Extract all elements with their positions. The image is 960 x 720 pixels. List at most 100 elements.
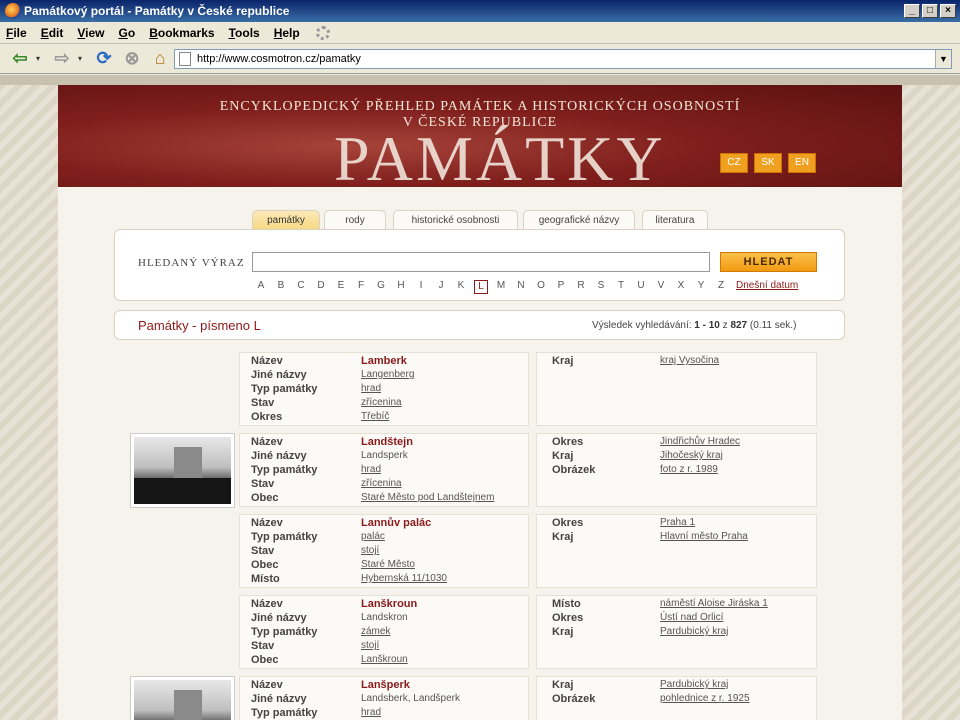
field-label: Název: [251, 436, 283, 448]
field-value-link[interactable]: kraj Vysočina: [660, 354, 719, 368]
field-value-link[interactable]: náměstí Aloise Jiráska 1: [660, 597, 768, 611]
today-link[interactable]: Dnešní datum: [736, 280, 798, 291]
monument-photo[interactable]: [130, 676, 235, 720]
field-label: Obrázek: [552, 693, 596, 705]
letter-o-link[interactable]: O: [531, 280, 551, 294]
letter-t-link[interactable]: T: [611, 280, 631, 294]
results-range: 1 - 10: [694, 320, 720, 331]
lang-cz-button[interactable]: CZ: [720, 153, 748, 173]
field-value-link[interactable]: zřícenina: [361, 396, 402, 410]
field-value-link[interactable]: Langenberg: [361, 368, 414, 382]
url-input[interactable]: http://www.cosmotron.cz/pamatky: [197, 53, 935, 65]
menu-tools[interactable]: Tools: [229, 26, 260, 40]
field-label: Název: [251, 598, 283, 610]
field-label: Kraj: [552, 626, 574, 638]
menu-bookmarks[interactable]: Bookmarks: [149, 26, 214, 40]
letter-b-link[interactable]: B: [271, 280, 291, 294]
letter-m-link[interactable]: M: [491, 280, 511, 294]
field-value-link[interactable]: zřícenina: [361, 477, 402, 491]
letter-p-link[interactable]: P: [551, 280, 571, 294]
letter-k-link[interactable]: K: [451, 280, 471, 294]
letter-x-link[interactable]: X: [671, 280, 691, 294]
letter-r-link[interactable]: R: [571, 280, 591, 294]
monument-name[interactable]: Landštejn: [361, 435, 413, 449]
stop-icon[interactable]: ⊗: [120, 47, 144, 71]
field-value-link[interactable]: Staré Město pod Landštejnem: [361, 491, 494, 505]
monument-name[interactable]: Lannův palác: [361, 516, 431, 530]
reload-icon[interactable]: ⟳: [92, 47, 116, 71]
field-value-link[interactable]: zámek: [361, 625, 390, 639]
field-value-link[interactable]: Pardubický kraj: [660, 625, 728, 639]
field-value-link[interactable]: palác: [361, 530, 385, 544]
menu-help[interactable]: Help: [274, 26, 300, 40]
maximize-button[interactable]: □: [922, 4, 938, 18]
letter-d-link[interactable]: D: [311, 280, 331, 294]
field-value-link[interactable]: pohlednice z r. 1925: [660, 692, 750, 706]
field-value-link[interactable]: stojí: [361, 544, 379, 558]
back-arrow-icon[interactable]: ⇦: [8, 47, 32, 71]
field-value-link[interactable]: Ústí nad Orlicí: [660, 611, 723, 625]
letter-y-link[interactable]: Y: [691, 280, 711, 294]
field-value-link[interactable]: hrad: [361, 382, 381, 396]
field-label: Stav: [251, 545, 275, 557]
menu-label: ile: [13, 25, 27, 40]
search-button[interactable]: HLEDAT: [720, 252, 817, 272]
minimize-button[interactable]: _: [904, 4, 920, 18]
letter-j-link[interactable]: J: [431, 280, 451, 294]
lang-sk-button[interactable]: SK: [754, 153, 782, 173]
field-label: Kraj: [552, 450, 574, 462]
letter-z-link[interactable]: Z: [711, 280, 731, 294]
monument-photo[interactable]: [130, 433, 235, 508]
field-value-link[interactable]: Lanškroun: [361, 653, 408, 667]
field-label: Název: [251, 679, 283, 691]
search-input[interactable]: [252, 252, 710, 272]
field-label: Okres: [552, 517, 584, 529]
menu-go[interactable]: Go: [119, 26, 136, 40]
menu-file[interactable]: File: [6, 26, 27, 40]
field-label: Název: [251, 355, 283, 367]
field-value-link[interactable]: Hlavní město Praha: [660, 530, 748, 544]
forward-dropdown-icon[interactable]: ▾: [78, 54, 86, 63]
menu-edit[interactable]: Edit: [41, 26, 64, 40]
field-value-link[interactable]: hrad: [361, 463, 381, 477]
address-bar[interactable]: http://www.cosmotron.cz/pamatky ▼: [174, 49, 952, 69]
letter-s-link[interactable]: S: [591, 280, 611, 294]
field-value-link[interactable]: Pardubický kraj: [660, 678, 728, 692]
letter-u-link[interactable]: U: [631, 280, 651, 294]
field-value-link[interactable]: Hybernská 11/1030: [361, 572, 447, 586]
letter-h-link[interactable]: H: [391, 280, 411, 294]
window-titlebar: Památkový portál - Památky v České repub…: [0, 0, 960, 22]
monument-name[interactable]: Lanškroun: [361, 597, 417, 611]
back-dropdown-icon[interactable]: ▾: [36, 54, 44, 63]
field-value-link[interactable]: Jihočeský kraj: [660, 449, 723, 463]
page-viewport: ENCYKLOPEDICKÝ PŘEHLED PAMÁTEK A HISTORI…: [0, 75, 960, 720]
photo-image: [134, 680, 231, 720]
letter-n-link[interactable]: N: [511, 280, 531, 294]
field-value-link[interactable]: hrad: [361, 706, 381, 720]
field-value-link[interactable]: Třebíč: [361, 410, 389, 424]
letter-i-link[interactable]: I: [411, 280, 431, 294]
letter-g-link[interactable]: G: [371, 280, 391, 294]
home-icon[interactable]: ⌂: [148, 47, 172, 71]
letter-a-link[interactable]: A: [251, 280, 271, 294]
search-label: HLEDANÝ VÝRAZ: [138, 257, 245, 269]
field-value-link[interactable]: foto z r. 1989: [660, 463, 718, 477]
field-value-link[interactable]: Jindřichův Hradec: [660, 435, 740, 449]
letter-l-link[interactable]: L: [474, 280, 488, 294]
field-value-link[interactable]: Praha 1: [660, 516, 695, 530]
lang-en-button[interactable]: EN: [788, 153, 816, 173]
url-dropdown-icon[interactable]: ▼: [935, 50, 951, 68]
field-value-link[interactable]: Staré Město: [361, 558, 415, 572]
letter-e-link[interactable]: E: [331, 280, 351, 294]
letter-f-link[interactable]: F: [351, 280, 371, 294]
letter-c-link[interactable]: C: [291, 280, 311, 294]
results-total: 827: [730, 320, 748, 331]
menu-view[interactable]: View: [77, 26, 104, 40]
field-value-link[interactable]: stojí: [361, 639, 379, 653]
forward-arrow-icon[interactable]: ⇨: [50, 47, 74, 71]
menu-accelerator: E: [40, 25, 49, 40]
letter-v-link[interactable]: V: [651, 280, 671, 294]
monument-name[interactable]: Lamberk: [361, 354, 407, 368]
monument-name[interactable]: Lanšperk: [361, 678, 410, 692]
close-button[interactable]: ×: [940, 4, 956, 18]
